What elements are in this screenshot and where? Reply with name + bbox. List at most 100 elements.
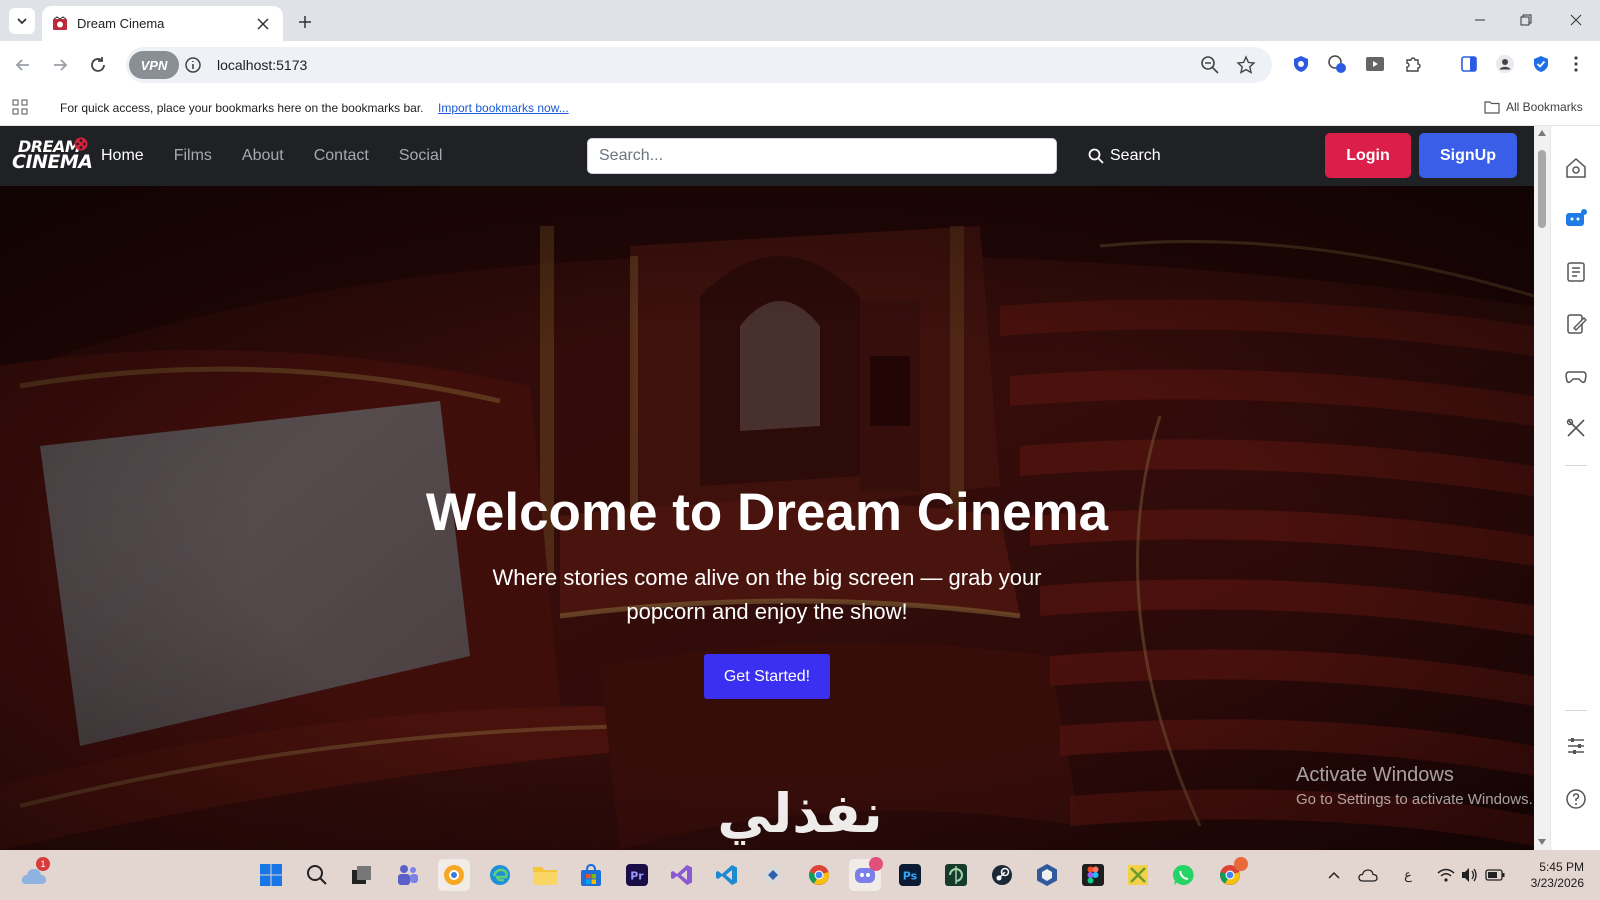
taskbar-visual-studio[interactable] [666, 859, 698, 891]
taskbar-figma[interactable] [1077, 859, 1109, 891]
tray-battery[interactable] [1485, 865, 1505, 885]
taskbar-edge[interactable] [484, 859, 516, 891]
store-bag-icon [581, 863, 601, 886]
taskbar-discord[interactable] [849, 857, 883, 891]
taskbar-search[interactable] [301, 859, 333, 891]
restore-window-button[interactable] [1512, 8, 1540, 32]
browser-menu-icon[interactable] [1565, 53, 1587, 75]
taskbar-app-a[interactable] [438, 859, 470, 891]
wifi-icon [1437, 868, 1455, 882]
extensions-puzzle-icon[interactable] [1402, 53, 1424, 75]
edge-icon [490, 865, 510, 885]
signup-button[interactable]: SignUp [1419, 133, 1517, 178]
back-button[interactable] [9, 51, 37, 79]
scroll-up-arrow[interactable] [1538, 130, 1546, 136]
customize-sliders-icon[interactable] [1564, 734, 1588, 758]
reading-list-icon[interactable] [1564, 260, 1588, 284]
tray-onedrive[interactable] [1358, 865, 1378, 885]
bookmarks-hint-text: For quick access, place your bookmarks h… [60, 101, 424, 115]
site-navbar: DREAM CINEMA Home Films About Contact So… [0, 126, 1534, 186]
reload-icon [91, 57, 105, 72]
chrome-icon [809, 865, 829, 885]
vpn-button[interactable]: VPN [129, 51, 179, 79]
taskbar-app-b[interactable] [757, 859, 789, 891]
address-bar[interactable]: VPN localhost:5173 [126, 47, 1272, 83]
tray-wifi[interactable] [1436, 865, 1456, 885]
search-icon [307, 865, 327, 885]
import-bookmarks-link[interactable]: Import bookmarks now... [438, 101, 569, 115]
tray-language[interactable]: ع [1398, 865, 1418, 885]
taskbar-chrome[interactable] [803, 859, 835, 891]
url-text[interactable]: localhost:5173 [217, 57, 307, 73]
extension-video-icon[interactable] [1364, 53, 1386, 75]
taskbar-task-view[interactable] [346, 859, 378, 891]
taskbar-clock[interactable]: 5:45 PM 3/23/2026 [1520, 859, 1584, 891]
vs-code-icon [716, 865, 737, 885]
page-scrollbar[interactable] [1534, 126, 1550, 850]
scroll-thumb[interactable] [1538, 150, 1546, 228]
extension-translate-icon[interactable] [1326, 53, 1348, 75]
hero-subtitle: Where stories come alive on the big scre… [492, 565, 1042, 624]
nav-link-home[interactable]: Home [101, 147, 144, 165]
profile-avatar-icon[interactable] [1494, 53, 1516, 75]
forward-button[interactable] [46, 51, 74, 79]
side-panel-toggle-icon[interactable] [1458, 53, 1480, 75]
taskbar-chrome-profile[interactable] [1214, 857, 1248, 891]
nav-link-films[interactable]: Films [174, 147, 212, 165]
tray-volume[interactable] [1460, 865, 1480, 885]
hero-title: Welcome to Dream Cinema [425, 483, 1109, 542]
help-icon[interactable] [1564, 787, 1588, 811]
tools-icon[interactable] [1564, 416, 1588, 440]
taskbar-whatsapp[interactable] [1168, 859, 1200, 891]
taskbar-steam[interactable] [986, 859, 1018, 891]
browser-side-panel [1550, 126, 1600, 850]
taskbar-app-e[interactable] [1122, 859, 1154, 891]
tab-search-button[interactable] [9, 8, 35, 34]
close-tab-button[interactable] [253, 14, 273, 34]
taskbar-file-explorer[interactable] [529, 859, 561, 891]
taskbar-microsoft-store[interactable] [575, 859, 607, 891]
taskbar-app-c[interactable] [940, 859, 972, 891]
taskbar-premiere-pro[interactable]: Pr [621, 859, 653, 891]
extension-shield-icon[interactable] [1290, 53, 1312, 75]
windows-taskbar: 1 Pr Ps ع 5:45 PM 3/23/2026 [0, 850, 1600, 900]
reload-button[interactable] [84, 51, 112, 79]
taskbar-app-d[interactable] [1031, 859, 1063, 891]
taskbar-vs-code[interactable] [711, 859, 743, 891]
close-window-button[interactable] [1562, 8, 1590, 32]
browser-tab[interactable]: Dream Cinema [42, 6, 283, 41]
taskbar-photoshop[interactable]: Ps [894, 859, 926, 891]
nav-link-social[interactable]: Social [399, 147, 443, 165]
volume-icon [1462, 868, 1477, 882]
chat-assistant-icon[interactable] [1564, 208, 1588, 232]
site-search-input[interactable] [587, 138, 1057, 174]
bookmark-star-icon[interactable] [1236, 55, 1256, 75]
taskbar-start[interactable] [255, 859, 287, 891]
battery-icon [1485, 869, 1505, 881]
nav-link-contact[interactable]: Contact [314, 147, 369, 165]
search-panel-icon[interactable] [1564, 156, 1588, 180]
password-shield-icon[interactable] [1530, 53, 1552, 75]
svg-text:Ps: Ps [903, 870, 918, 883]
minimize-window-button[interactable] [1466, 8, 1494, 32]
login-button[interactable]: Login [1325, 133, 1411, 178]
zoom-out-icon[interactable] [1200, 55, 1220, 75]
site-info-icon[interactable] [184, 56, 202, 74]
all-bookmarks-label: All Bookmarks [1506, 100, 1583, 114]
site-logo[interactable]: DREAM CINEMA [12, 137, 93, 175]
all-bookmarks-button[interactable]: All Bookmarks [1484, 100, 1583, 114]
get-started-button[interactable]: Get Started! [704, 654, 830, 699]
minimize-icon [1475, 19, 1485, 21]
weather-widget[interactable]: 1 [18, 857, 50, 891]
games-controller-icon[interactable] [1564, 364, 1588, 388]
site-search-button[interactable]: Search [1088, 138, 1161, 174]
taskbar-teams[interactable] [392, 859, 424, 891]
nav-links: Home Films About Contact Social [101, 126, 472, 186]
new-tab-button[interactable] [292, 10, 318, 34]
film-reel-icon [74, 137, 88, 151]
tray-overflow-button[interactable] [1324, 865, 1344, 885]
nav-link-about[interactable]: About [242, 147, 284, 165]
notes-edit-icon[interactable] [1564, 312, 1588, 336]
apps-grid-icon[interactable] [12, 99, 28, 115]
scroll-down-arrow[interactable] [1538, 839, 1546, 845]
